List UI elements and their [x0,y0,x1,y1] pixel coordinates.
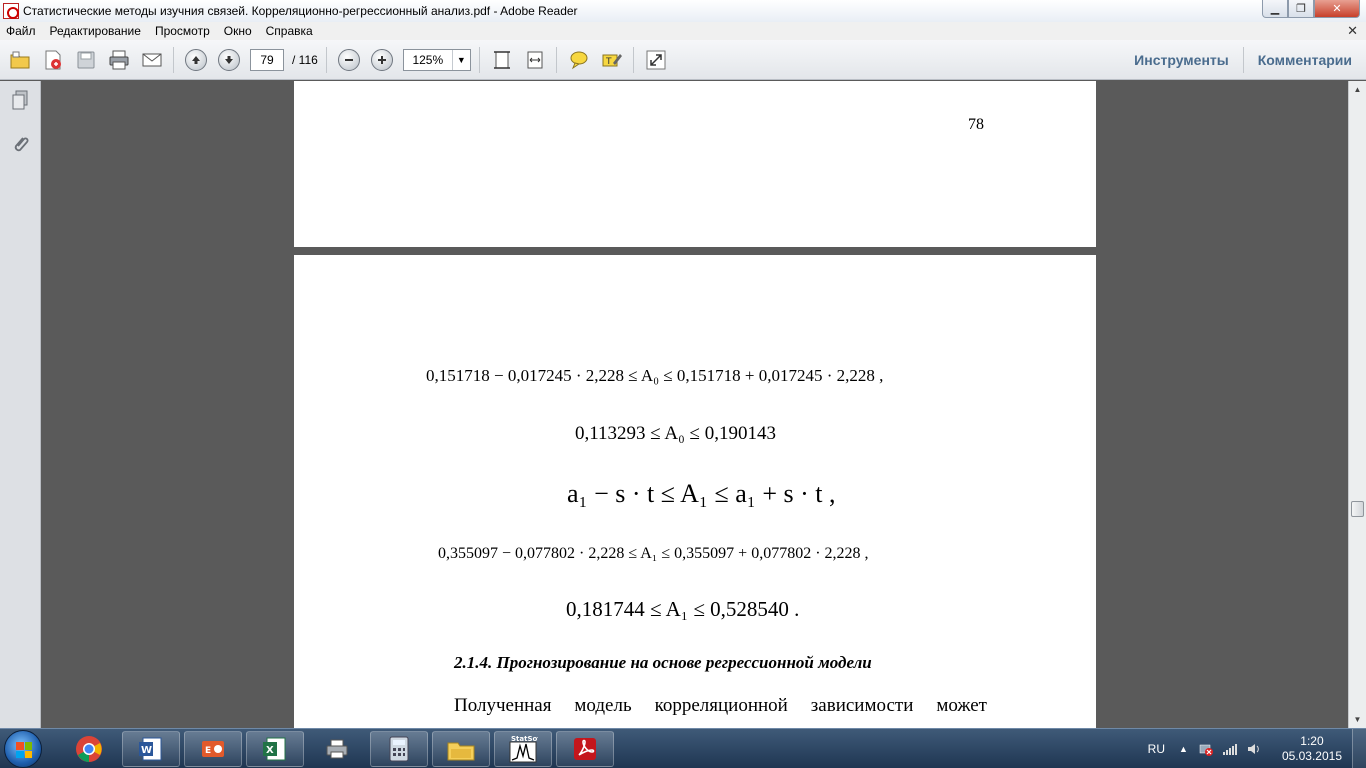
section-heading: 2.1.4. Прогнозирование на основе регресс… [454,653,872,672]
fit-page-icon[interactable] [489,47,515,73]
pages-icon[interactable] [9,89,31,111]
formula-a0-interval: 0,151718 − 0,017245 · 2,228 ≤ A₀ ≤ 0,151… [426,366,884,385]
formula-a1-general: a₁ − s · t ≤ A₁ ≤ a₁ + s · t , [567,479,836,508]
toolbar-separator [478,46,480,73]
word-taskbar-icon[interactable]: W [122,731,180,767]
windows-logo-icon [16,742,32,758]
system-tray: RU ▲ 1:20 05.03.2015 [1148,729,1366,768]
toolbar-right: Инструменты Комментарии [1134,40,1352,80]
maximize-button[interactable]: ❐ [1288,0,1314,18]
paragraph: Полученная модель корреляционной зависим… [454,695,987,717]
svg-text:T: T [605,57,612,67]
page-number: 78 [968,116,984,133]
adobe-reader-icon [3,3,19,19]
svg-text:E: E [205,746,211,756]
formula-a0-result: 0,113293 ≤ A₀ ≤ 0,190143 [575,423,776,444]
email-icon[interactable] [139,47,165,73]
menu-help[interactable]: Справка [266,24,313,38]
print-icon[interactable] [106,47,132,73]
show-hidden-icons-icon[interactable]: ▲ [1179,744,1188,754]
create-pdf-icon[interactable] [40,47,66,73]
printer-taskbar-icon[interactable] [308,731,366,767]
clock-time: 1:20 [1300,734,1324,748]
chrome-taskbar-icon[interactable] [60,731,118,767]
pdf-page-79: 0,151718 − 0,017245 · 2,228 ≤ A₀ ≤ 0,151… [294,255,1096,728]
attachment-paperclip-icon[interactable] [9,133,31,155]
comment-bubble-icon[interactable] [566,47,592,73]
document-view[interactable]: . . . 78 0,151718 − 0,017245 · 2,228 ≤ A… [41,81,1348,728]
statsoft-taskbar-icon[interactable]: StatSoft [494,731,552,767]
scrollbar-thumb[interactable] [1351,501,1364,517]
scroll-up-icon[interactable]: ▲ [1349,81,1366,98]
toolbar-separator [632,46,634,73]
tools-button[interactable]: Инструменты [1134,52,1229,68]
svg-text:W: W [141,745,152,756]
page-total: / 116 [292,52,318,67]
zoom-select[interactable]: 125% ▼ [402,48,471,71]
open-folder-icon[interactable] [7,47,33,73]
window-controls: ▁ ❐ ✕ [1262,0,1360,18]
cut-off-text: . . . [584,81,797,84]
formula-a1-interval: 0,355097 − 0,077802 · 2,228 ≤ A₁ ≤ 0,355… [438,545,869,562]
clock[interactable]: 1:20 05.03.2015 [1282,734,1342,764]
scroll-down-icon[interactable]: ▼ [1349,711,1366,728]
zoom-in-icon[interactable] [369,47,395,73]
menu-file[interactable]: Файл [6,24,36,38]
comments-button[interactable]: Комментарии [1258,52,1352,68]
toolbar-separator [555,46,557,73]
signal-bars-icon[interactable] [1222,741,1238,757]
menu-view[interactable]: Просмотр [155,24,210,38]
menu-bar: Файл Редактирование Просмотр Окно Справк… [0,22,1366,40]
chevron-down-icon[interactable]: ▼ [451,49,470,70]
pdf-page-78: . . . 78 [294,81,1096,247]
volume-icon[interactable] [1246,741,1262,757]
language-indicator[interactable]: RU [1148,742,1165,756]
screencast-taskbar-icon[interactable]: E [184,731,242,767]
menu-edit[interactable]: Редактирование [50,24,141,38]
toolbar: 79 / 116 125% ▼ T Инструменты Комментари… [0,40,1366,80]
show-desktop-button[interactable] [1352,729,1366,768]
adobe-reader-taskbar-icon[interactable] [556,731,614,767]
title-bar: Статистические методы изучния связей. Ко… [0,0,1366,22]
zoom-value: 125% [412,52,444,67]
formula-a1-result: 0,181744 ≤ A₁ ≤ 0,528540 . [566,597,800,621]
close-button[interactable]: ✕ [1314,0,1360,18]
explorer-taskbar-icon[interactable] [432,731,490,767]
fit-width-icon[interactable] [522,47,548,73]
close-document-icon[interactable]: ✕ [1347,23,1358,39]
toolbar-separator [173,46,174,73]
menu-window[interactable]: Окно [224,24,252,38]
clock-date: 05.03.2015 [1281,749,1342,763]
expand-icon[interactable] [643,47,669,73]
zoom-out-icon[interactable] [336,47,362,73]
paragraph-text: Полученная модель корреляционной зависим… [454,695,987,716]
navigation-panel [0,81,41,728]
save-icon[interactable] [73,47,99,73]
network-error-icon[interactable] [1198,741,1214,757]
next-page-icon[interactable] [216,47,242,73]
toolbar-separator [325,46,327,73]
calculator-taskbar-icon[interactable] [370,731,428,767]
svg-text:X: X [266,745,274,756]
taskbar: W E X StatSoft RU ▲ 1:20 05.03.2015 [0,728,1366,768]
previous-page-icon[interactable] [183,47,209,73]
excel-taskbar-icon[interactable]: X [246,731,304,767]
statsoft-label: StatSoft [511,735,538,743]
page-number-input[interactable]: 79 [250,48,284,71]
toolbar-separator [1242,47,1244,73]
start-button[interactable] [4,730,42,768]
minimize-button[interactable]: ▁ [1262,0,1288,18]
highlight-text-icon[interactable]: T [599,47,625,73]
window-title: Статистические методы изучния связей. Ко… [23,4,578,18]
vertical-scrollbar[interactable]: ▲ ▼ [1348,81,1366,728]
